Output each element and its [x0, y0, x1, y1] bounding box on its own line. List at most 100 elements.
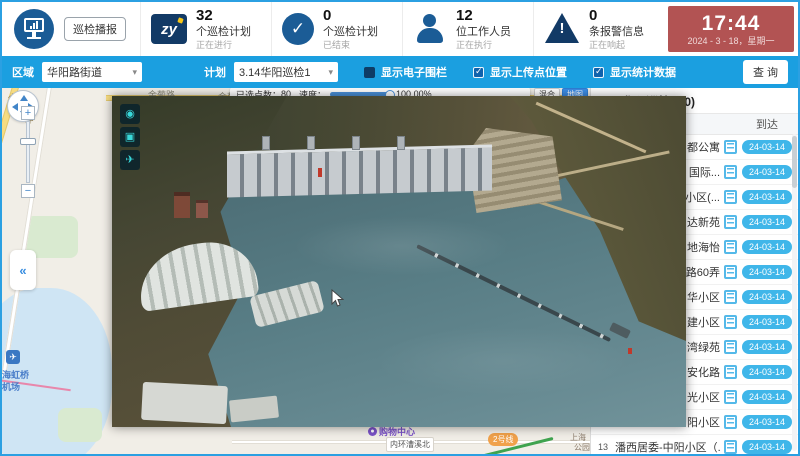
stat-alarms: 0 条报警信息 正在响起	[533, 2, 664, 56]
dam-tower	[262, 136, 270, 150]
stat-status: 正在响起	[589, 40, 644, 51]
detail-doc-icon[interactable]	[724, 190, 737, 204]
checkbox-statistics[interactable]	[593, 67, 604, 78]
app-logo-icon	[14, 9, 54, 49]
search-button[interactable]: 查 询	[743, 60, 788, 84]
frame-capture-icon[interactable]: ▣	[120, 127, 140, 147]
stat-plans-finished: ✓ 0 个巡检计划 已结束	[271, 2, 402, 56]
detail-doc-icon[interactable]	[724, 165, 737, 179]
detail-doc-icon[interactable]	[724, 240, 737, 254]
3d-dam-viewer[interactable]: ◉ ▣ ✈	[112, 96, 686, 427]
checkbox-fence[interactable]	[364, 67, 375, 78]
plan-select-value: 3.14华阳巡检1	[239, 64, 311, 80]
detail-doc-icon[interactable]	[724, 265, 737, 279]
region-select[interactable]: 华阳路街道 ▾	[42, 62, 142, 82]
stat-workers: 12 位工作人员 正在执行	[402, 2, 533, 56]
camera-icon[interactable]: ◉	[120, 104, 140, 124]
stat-value: 0	[589, 7, 644, 26]
arrive-date-badge: 24-03-14	[742, 215, 792, 229]
plan-select[interactable]: 3.14华阳巡检1 ▾	[234, 62, 338, 82]
mouse-cursor	[331, 289, 344, 313]
monitor-icon	[24, 18, 44, 32]
panel-scrollbar[interactable]	[792, 134, 797, 451]
stat-status: 已结束	[323, 40, 378, 51]
arrive-date-badge: 24-03-14	[742, 440, 792, 454]
dam-tower	[307, 136, 315, 150]
panel-collapse-tab[interactable]: «	[10, 250, 36, 290]
detail-doc-icon[interactable]	[724, 390, 737, 404]
filter-bar: 区域 华阳路街道 ▾ 计划 3.14华阳巡检1 ▾ 显示电子围栏 显示上传点位置…	[2, 56, 798, 88]
scrollbar-thumb[interactable]	[792, 136, 797, 188]
poi-label: 公园	[574, 442, 590, 453]
building	[249, 280, 325, 328]
pagoda	[196, 200, 208, 218]
stat-value: 0	[323, 7, 378, 26]
arrive-date-badge: 24-03-14	[742, 190, 792, 204]
stat-value: 32	[196, 7, 251, 26]
detail-doc-icon[interactable]	[724, 365, 737, 379]
arrive-date-badge: 24-03-14	[742, 265, 792, 279]
checkbox-upload-points[interactable]	[473, 67, 484, 78]
broadcast-button[interactable]: 巡检播报	[64, 17, 126, 41]
check-circle-icon: ✓	[282, 13, 314, 45]
detail-doc-icon[interactable]	[724, 315, 737, 329]
brand-block: 巡检播报	[2, 9, 140, 49]
zoom-slider-handle[interactable]	[20, 138, 36, 145]
site-name: 潘西居委-中阳小区（...	[615, 439, 720, 455]
arrive-date-badge: 24-03-14	[742, 315, 792, 329]
top-header: 巡检播报 zy 32 个巡检计划 正在进行 ✓ 0 个巡检计划 已结束 12 位…	[2, 2, 798, 56]
pan-left-icon[interactable]	[12, 103, 18, 111]
plan-label: 计划	[204, 64, 226, 80]
dam-tower	[397, 136, 405, 150]
stat-plans-running: zy 32 个巡检计划 正在进行	[140, 2, 271, 56]
detail-doc-icon[interactable]	[724, 440, 737, 454]
viewer-toolbar: ◉ ▣ ✈	[120, 104, 140, 170]
clock-time: 17:44	[702, 12, 761, 36]
zoom-slider-track[interactable]	[26, 121, 30, 183]
arrive-date-badge: 24-03-14	[742, 340, 792, 354]
person-icon	[413, 13, 447, 45]
building-roof	[141, 382, 228, 424]
checkbox-statistics-label: 显示统计数据	[610, 64, 676, 80]
stat-status: 正在进行	[196, 40, 251, 51]
stat-label: 个巡检计划	[196, 26, 251, 40]
detail-doc-icon[interactable]	[724, 340, 737, 354]
stat-label: 个巡检计划	[323, 26, 378, 40]
detail-doc-icon[interactable]	[724, 140, 737, 154]
water-highlight	[372, 326, 632, 396]
zoom-out-button[interactable]: −	[21, 184, 35, 198]
main-area: 金葡路 金葡路 博安公路 ● 购物中心 内环漕溪北 2号线 上海 公园 ✈ 海虹…	[2, 88, 798, 454]
chevron-down-icon: ▾	[132, 67, 137, 78]
dam-tower	[352, 136, 360, 150]
water-highlight	[292, 216, 512, 276]
dashboard-app: 巡检播报 zy 32 个巡检计划 正在进行 ✓ 0 个巡检计划 已结束 12 位…	[0, 0, 800, 456]
detail-doc-icon[interactable]	[724, 290, 737, 304]
metro-station-icon: ●	[368, 427, 377, 436]
stat-label: 条报警信息	[589, 26, 644, 40]
stat-value: 12	[456, 7, 511, 26]
zoom-in-button[interactable]: +	[21, 106, 35, 120]
dam-spillway	[227, 145, 492, 198]
road-label-box: 内环漕溪北	[386, 437, 434, 452]
pan-up-icon[interactable]	[20, 95, 28, 101]
arrive-date-badge: 24-03-14	[742, 165, 792, 179]
table-row[interactable]: 13潘西居委-中阳小区（...24-03-14	[591, 435, 798, 456]
detail-doc-icon[interactable]	[724, 215, 737, 229]
arrive-date-badge: 24-03-14	[742, 390, 792, 404]
clock-date: 2024 - 3 - 18，星期一	[687, 36, 774, 46]
arrive-date-badge: 24-03-14	[742, 140, 792, 154]
arrive-date-badge: 24-03-14	[742, 415, 792, 429]
stat-status: 正在执行	[456, 40, 511, 51]
flyover-icon[interactable]: ✈	[120, 150, 140, 170]
arrive-date-badge: 24-03-14	[742, 365, 792, 379]
region-label: 区域	[12, 64, 34, 80]
crane	[318, 168, 322, 177]
stat-label: 位工作人员	[456, 26, 511, 40]
warning-triangle-icon	[544, 13, 580, 45]
detail-doc-icon[interactable]	[724, 415, 737, 429]
arrive-date-badge: 24-03-14	[742, 290, 792, 304]
region-select-value: 华阳路街道	[47, 64, 102, 80]
zy-logo-icon: zy	[151, 14, 187, 44]
metro-line2-badge: 2号线	[488, 433, 518, 446]
map-park-patch	[58, 408, 102, 442]
